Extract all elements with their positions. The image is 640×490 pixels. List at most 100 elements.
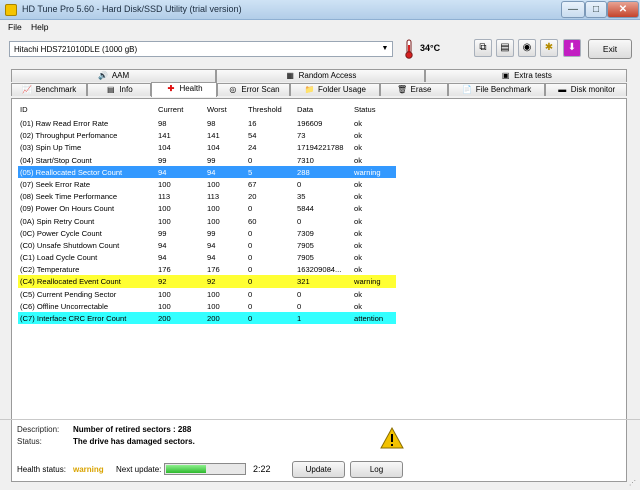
- cell-worst: 99: [207, 228, 216, 238]
- table-row[interactable]: (07) Seek Error Rate 100 100 67 0 ok: [18, 178, 396, 190]
- tab-health[interactable]: ✚ Health: [151, 82, 217, 97]
- cell-worst: 94: [207, 240, 216, 250]
- col-worst[interactable]: Worst: [207, 105, 247, 114]
- table-row[interactable]: (08) Seek Time Performance 113 113 20 35 ok: [18, 190, 396, 202]
- cell-worst: 94: [207, 253, 216, 263]
- table-row[interactable]: (0A) Spin Retry Count 100 100 60 0 ok: [18, 215, 396, 227]
- cell-worst: 100: [207, 204, 220, 214]
- drive-select[interactable]: Hitachi HDS721010DLE (1000 gB) ▼: [9, 41, 393, 57]
- cell-threshold: 0: [248, 289, 253, 299]
- col-status[interactable]: Status: [354, 105, 396, 114]
- cell-id: (C6) Offline Uncorrectable: [20, 301, 109, 311]
- options-button[interactable]: ✱: [540, 39, 558, 57]
- random-access-icon: ▦: [286, 71, 294, 80]
- cell-data: 196609: [297, 119, 323, 128]
- log-button[interactable]: Log: [350, 461, 403, 478]
- health-status-label: Health status:: [17, 465, 66, 474]
- update-button[interactable]: Update: [292, 461, 345, 478]
- table-row[interactable]: (C6) Offline Uncorrectable 100 100 0 0 ok: [18, 300, 396, 312]
- table-row[interactable]: (C7) Interface CRC Error Count 200 200 0 1 at…: [18, 312, 396, 325]
- table-row[interactable]: (04) Start/Stop Count 99 99 0 7310 ok: [18, 154, 396, 166]
- table-row[interactable]: (C1) Load Cycle Count 94 94 0 7905 ok: [18, 251, 396, 263]
- table-row[interactable]: (0C) Power Cycle Count 99 99 0 7309 ok: [18, 227, 396, 239]
- cell-threshold: 54: [248, 131, 257, 141]
- cell-threshold: 0: [248, 253, 253, 263]
- col-current[interactable]: Current: [158, 105, 204, 114]
- tab-info[interactable]: ▤ Info: [87, 83, 151, 96]
- cell-id: (C2) Temperature: [20, 265, 80, 275]
- cell-status: ok: [354, 216, 363, 226]
- col-id[interactable]: ID: [20, 105, 155, 114]
- close-button[interactable]: ✕: [607, 1, 639, 18]
- cell-threshold: 0: [248, 277, 253, 287]
- camera-icon: ◉: [522, 42, 532, 53]
- cell-threshold: 0: [248, 314, 253, 323]
- tab-folder-usage[interactable]: 📁 Folder Usage: [290, 83, 380, 96]
- tab-file-benchmark[interactable]: 📄 File Benchmark: [448, 83, 545, 96]
- tab-aam[interactable]: 🔊 AAM: [11, 69, 216, 82]
- cell-status: ok: [354, 253, 363, 263]
- tab-random-access[interactable]: ▦ Random Access: [216, 69, 425, 82]
- speaker-icon: 🔊: [98, 71, 109, 80]
- table-row[interactable]: (02) Throughput Perfomance 141 141 54 73 ok: [18, 129, 396, 141]
- title-bar[interactable]: HD Tune Pro 5.60 - Hard Disk/SSD Utility…: [0, 0, 640, 20]
- minimize-button[interactable]: —: [561, 1, 585, 18]
- maximize-button[interactable]: □: [585, 1, 607, 18]
- cell-current: 200: [158, 314, 171, 323]
- progress-fill: [166, 465, 206, 473]
- cell-current: 113: [158, 192, 171, 202]
- tab-error-scan[interactable]: ◎ Error Scan: [217, 83, 290, 96]
- table-row[interactable]: (C2) Temperature 176 176 0 163209084... ok: [18, 263, 396, 275]
- exit-button[interactable]: Exit: [588, 39, 632, 59]
- cell-id: (C4) Reallocated Event Count: [20, 277, 121, 287]
- file-benchmark-icon: 📄: [462, 85, 473, 94]
- table-row[interactable]: (C4) Reallocated Event Count 92 92 0 321 warn…: [18, 275, 396, 288]
- menu-file[interactable]: File: [8, 22, 22, 32]
- table-row[interactable]: (C0) Unsafe Shutdown Count 94 94 0 7905 ok: [18, 239, 396, 251]
- cell-id: (C0) Unsafe Shutdown Count: [20, 240, 120, 250]
- screenshot-button[interactable]: ◉: [518, 39, 536, 57]
- tab-erase[interactable]: 🗑 Erase: [380, 83, 448, 96]
- cell-threshold: 67: [248, 179, 257, 189]
- cell-id: (C1) Load Cycle Count: [20, 253, 98, 263]
- cell-status: ok: [354, 155, 363, 165]
- cell-id: (C5) Current Pending Sector: [20, 289, 117, 299]
- cell-current: 100: [158, 179, 171, 189]
- cell-current: 94: [158, 253, 167, 263]
- divider: [0, 419, 640, 420]
- cell-threshold: 0: [248, 240, 253, 250]
- thermometer-icon: [405, 39, 413, 59]
- resize-grip-icon[interactable]: ⋰: [629, 479, 638, 488]
- drive-select-value: Hitachi HDS721010DLE (1000 gB): [14, 45, 138, 54]
- table-row[interactable]: (C5) Current Pending Sector 100 100 0 0 ok: [18, 288, 396, 300]
- table-row[interactable]: (03) Spin Up Time 104 104 24 17194221788 ok: [18, 141, 396, 153]
- cell-id: (03) Spin Up Time: [20, 143, 82, 153]
- cell-status: ok: [354, 289, 363, 299]
- cell-current: 141: [158, 131, 171, 141]
- status-value: The drive has damaged sectors.: [73, 437, 195, 446]
- col-data[interactable]: Data: [297, 105, 351, 114]
- cell-threshold: 16: [248, 119, 257, 128]
- tab-disk-monitor[interactable]: ▬ Disk monitor: [545, 83, 627, 96]
- cell-id: (C7) Interface CRC Error Count: [20, 314, 127, 323]
- save-button[interactable]: ⬇: [563, 39, 581, 57]
- description-label: Description:: [17, 425, 60, 434]
- tab-extra-tests[interactable]: ▣ Extra tests: [425, 69, 627, 82]
- extra-tests-icon: ▣: [501, 71, 510, 80]
- cell-data: 7905: [297, 253, 314, 263]
- cell-id: (0A) Spin Retry Count: [20, 216, 95, 226]
- cell-worst: 113: [207, 192, 220, 202]
- table-row[interactable]: (01) Raw Read Error Rate 98 98 16 196609 ok: [18, 117, 396, 129]
- tab-benchmark[interactable]: 📈 Benchmark: [11, 83, 87, 96]
- temperature-readout: 34°C: [420, 43, 441, 53]
- copy-info-button[interactable]: ⧉: [474, 39, 492, 57]
- cell-data: 73: [297, 131, 306, 141]
- cell-current: 100: [158, 301, 171, 311]
- table-row[interactable]: (05) Reallocated Sector Count 94 94 5 288 war…: [18, 165, 396, 178]
- cell-worst: 100: [207, 216, 220, 226]
- copy-graph-button[interactable]: ▤: [496, 39, 514, 57]
- menu-help[interactable]: Help: [31, 22, 48, 32]
- table-row[interactable]: (09) Power On Hours Count 100 100 0 5844 ok: [18, 202, 396, 214]
- col-threshold[interactable]: Threshold: [248, 105, 296, 114]
- cell-status: warning: [354, 167, 381, 177]
